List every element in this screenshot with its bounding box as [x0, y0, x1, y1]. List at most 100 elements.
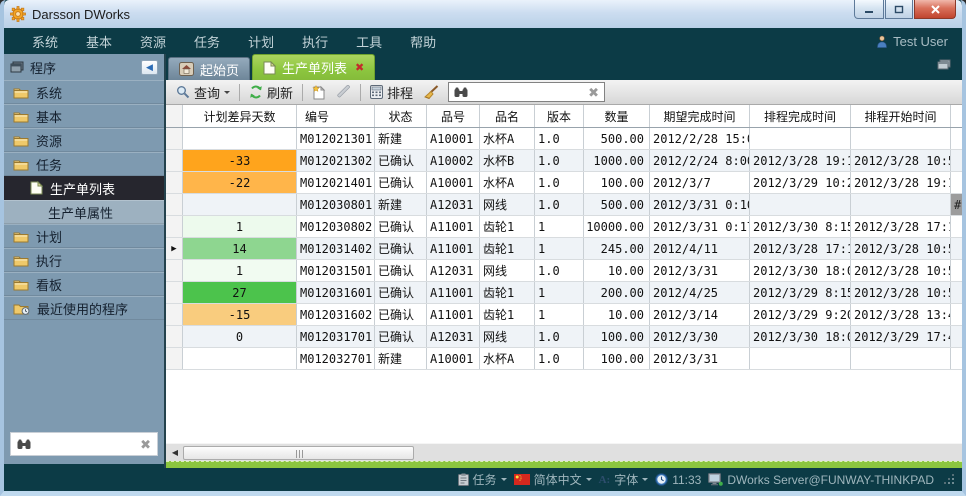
cell-item_name[interactable]: 网线: [480, 326, 535, 347]
cell-sched_end[interactable]: 2012/3/29 10:20: [750, 172, 851, 193]
cell-item_no[interactable]: A11001: [427, 282, 480, 303]
cell-status[interactable]: 新建: [375, 194, 427, 215]
menu-basic[interactable]: 基本: [72, 32, 126, 51]
sidebar-item[interactable]: 生产单列表: [4, 176, 164, 200]
cell-item_name[interactable]: 水杯B: [480, 150, 535, 171]
status-font-dropdown[interactable]: A: 字体: [599, 471, 649, 488]
cell-sched_end[interactable]: 2012/3/30 18:00: [750, 260, 851, 281]
scrollbar-thumb[interactable]: [183, 446, 414, 460]
cell-sched_end[interactable]: [750, 128, 851, 149]
cell-id[interactable]: M012031402: [297, 238, 375, 259]
cell-version[interactable]: 1.0: [535, 194, 584, 215]
row-selector[interactable]: [166, 194, 183, 215]
column-header[interactable]: 数量: [584, 105, 650, 127]
cell-sched_start[interactable]: 2012/3/28 19:10: [851, 172, 951, 193]
cell-item_name[interactable]: 水杯A: [480, 172, 535, 193]
cell-due[interactable]: 2012/4/25: [650, 282, 750, 303]
cell-item_no[interactable]: A11001: [427, 216, 480, 237]
cell-sched_end[interactable]: 2012/3/28 17:13: [750, 238, 851, 259]
sidebar-item[interactable]: 执行: [4, 248, 164, 272]
cell-sched_start[interactable]: 2012/3/28 13:40: [851, 304, 951, 325]
cell-qty[interactable]: 245.00: [584, 238, 650, 259]
cell-item_name[interactable]: 齿轮1: [480, 238, 535, 259]
cell-item_name[interactable]: 齿轮1: [480, 216, 535, 237]
cell-id[interactable]: M012032701: [297, 348, 375, 369]
cell-diff[interactable]: -15: [183, 304, 297, 325]
cell-version[interactable]: 1.0: [535, 128, 584, 149]
menu-help[interactable]: 帮助: [396, 32, 450, 51]
cell-sched_start[interactable]: 2012/3/28 10:52: [851, 260, 951, 281]
cell-status[interactable]: 已确认: [375, 260, 427, 281]
cell-item_no[interactable]: A10001: [427, 348, 480, 369]
scroll-left-arrow-icon[interactable]: ◀: [167, 445, 183, 460]
table-row[interactable]: 27M012031601已确认A11001齿轮11200.002012/4/25…: [166, 282, 962, 304]
cell-version[interactable]: 1.0: [535, 326, 584, 347]
status-language-dropdown[interactable]: 简体中文: [514, 471, 592, 488]
menu-task[interactable]: 任务: [180, 32, 234, 51]
column-header[interactable]: 计划差异天数: [183, 105, 297, 127]
cell-id[interactable]: M012031701: [297, 326, 375, 347]
minimize-button[interactable]: [854, 0, 884, 19]
column-header[interactable]: 前: [951, 105, 962, 127]
cell-id[interactable]: M012031602: [297, 304, 375, 325]
cell-item_no[interactable]: A10002: [427, 150, 480, 171]
column-header[interactable]: 版本: [535, 105, 584, 127]
cell-status[interactable]: 已确认: [375, 282, 427, 303]
sidebar-collapse-button[interactable]: ◀: [141, 60, 158, 75]
column-header[interactable]: 品号: [427, 105, 480, 127]
cell-version[interactable]: 1.0: [535, 150, 584, 171]
restore-button[interactable]: [885, 0, 913, 19]
cell-sched_start[interactable]: 2012/3/29 17:46: [851, 326, 951, 347]
cell-due[interactable]: 2012/3/31: [650, 348, 750, 369]
cell-sched_start[interactable]: 2012/3/28 17:13: [851, 216, 951, 237]
row-selector[interactable]: [166, 172, 183, 193]
resize-grip[interactable]: [945, 475, 954, 484]
sidebar-search-input[interactable]: [37, 436, 134, 452]
cell-qty[interactable]: 10000.00: [584, 216, 650, 237]
tab-close-icon[interactable]: ✖: [355, 61, 364, 74]
column-header[interactable]: 编号: [297, 105, 375, 127]
cell-sched_start[interactable]: 2012/3/28 10:52: [851, 150, 951, 171]
tab-production-order-list[interactable]: 生产单列表 ✖: [252, 54, 375, 80]
cell-status[interactable]: 已确认: [375, 238, 427, 259]
cell-qty[interactable]: 500.00: [584, 128, 650, 149]
cell-extra[interactable]: #: [951, 194, 962, 215]
cell-qty[interactable]: 10.00: [584, 260, 650, 281]
cell-extra[interactable]: [951, 326, 962, 347]
cell-sched_start[interactable]: 2012/3/28 10:52: [851, 238, 951, 259]
row-selector[interactable]: [166, 304, 183, 325]
cell-due[interactable]: 2012/2/24 8:00: [650, 150, 750, 171]
row-selector[interactable]: [166, 348, 183, 369]
cell-id[interactable]: M012021301: [297, 128, 375, 149]
cell-version[interactable]: 1: [535, 216, 584, 237]
cell-item_no[interactable]: A12031: [427, 260, 480, 281]
cell-sched_end[interactable]: [750, 348, 851, 369]
cell-id[interactable]: M012021401: [297, 172, 375, 193]
cell-diff[interactable]: [183, 194, 297, 215]
cell-due[interactable]: 2012/4/11: [650, 238, 750, 259]
cell-due[interactable]: 2012/3/31: [650, 260, 750, 281]
refresh-button[interactable]: 刷新: [244, 81, 298, 104]
cell-diff[interactable]: [183, 128, 297, 149]
sidebar-item[interactable]: 最近使用的程序: [4, 296, 164, 320]
cell-status[interactable]: 新建: [375, 128, 427, 149]
cell-sched_end[interactable]: 2012/3/29 9:20: [750, 304, 851, 325]
cell-sched_end[interactable]: [750, 194, 851, 215]
status-server[interactable]: DWorks Server@FUNWAY-THINKPAD: [708, 473, 934, 487]
cell-sched_start[interactable]: [851, 348, 951, 369]
cell-status[interactable]: 已确认: [375, 304, 427, 325]
cell-item_name[interactable]: 网线: [480, 194, 535, 215]
cell-due[interactable]: 2012/3/30: [650, 326, 750, 347]
cell-item_no[interactable]: A11001: [427, 238, 480, 259]
status-clock[interactable]: 11:33: [655, 473, 701, 487]
current-row-indicator[interactable]: ▶: [166, 238, 183, 259]
cell-sched_end[interactable]: 2012/3/29 8:15: [750, 282, 851, 303]
column-header[interactable]: 排程开始时间: [851, 105, 951, 127]
table-row[interactable]: M012030801新建A12031网线1.0500.002012/3/31 0…: [166, 194, 962, 216]
table-row[interactable]: 0M012031701已确认A12031网线1.0100.002012/3/30…: [166, 326, 962, 348]
row-selector[interactable]: [166, 326, 183, 347]
clean-button[interactable]: [418, 83, 444, 102]
schedule-button[interactable]: 排程: [365, 81, 418, 104]
cell-qty[interactable]: 1000.00: [584, 150, 650, 171]
cell-status[interactable]: 新建: [375, 348, 427, 369]
